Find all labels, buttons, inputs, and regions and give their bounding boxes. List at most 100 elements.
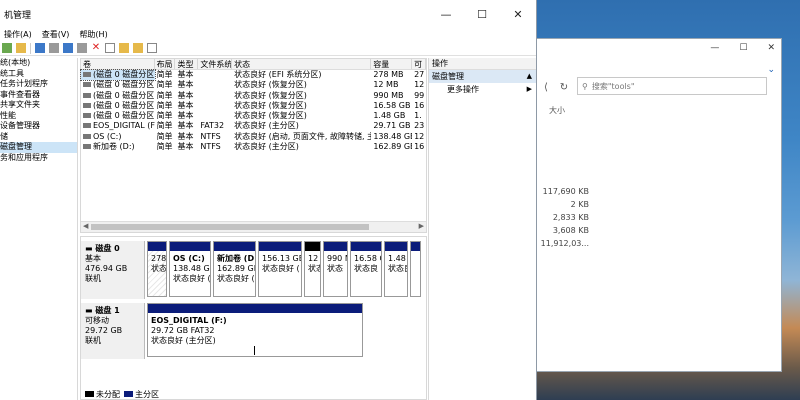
tree-item-shared-folders[interactable]: 共享文件夹 (0, 100, 77, 111)
column-header-size[interactable]: 大小 (549, 105, 565, 116)
column-header-layout[interactable]: 布局 (155, 59, 176, 69)
column-header-filesystem[interactable]: 文件系统 (198, 59, 233, 69)
disk-0-label[interactable]: ▬ 磁盘 0 基本 476.94 GB 联机 (81, 241, 145, 299)
refresh-icon[interactable]: ↻ (555, 82, 573, 93)
list-view-icon[interactable] (49, 43, 59, 53)
partition-efi[interactable]: 278 状态 (147, 241, 167, 297)
partition-status: 状态 (308, 264, 320, 273)
table-row[interactable]: 新加卷 (D:) 简单 基本 NTFS 状态良好 (主分区) 162.89 GB… (81, 142, 426, 152)
volume-icon (83, 92, 91, 98)
window-title: 机管理 (4, 10, 32, 21)
partition-156gb[interactable]: 156.13 GB 状态良好 ( (258, 241, 302, 297)
bg-close-button[interactable]: ✕ (767, 43, 775, 53)
column-header-type[interactable]: 类型 (175, 59, 199, 69)
partition-status: 状态 (327, 264, 343, 273)
partition-size: 1.48 ( (388, 254, 407, 263)
partition-status: 状态良好 ( (173, 274, 211, 283)
volume-filesystem (198, 80, 232, 90)
column-header-volume[interactable]: 卷 (81, 59, 155, 69)
document-icon[interactable] (105, 43, 115, 53)
volume-layout: 简单 (156, 131, 173, 141)
export-icon[interactable] (147, 43, 157, 53)
scrollbar-thumb[interactable] (91, 224, 369, 230)
collapse-up-icon[interactable]: ▲ (527, 70, 532, 83)
tree-item-system-tools[interactable]: 统工具 (0, 69, 77, 80)
table-row[interactable]: (磁盘 0 磁盘分区 5) 简单 基本 状态良好 (恢复分区) 990 MB 9… (81, 91, 426, 101)
volume-status: 状态良好 (恢复分区) (234, 90, 307, 100)
volume-list: 卷 布局 类型 文件系统 状态 容量 可 (磁盘 0 磁盘分区 1) 简单 基本… (80, 58, 427, 233)
more-actions-item[interactable]: 更多操作 ▶ (429, 83, 536, 96)
key-icon[interactable] (77, 43, 87, 53)
table-row[interactable]: (磁盘 0 磁盘分区 6) 简单 基本 状态良好 (恢复分区) 16.58 GB… (81, 101, 426, 111)
tree-item-event-viewer[interactable]: 事件查看器 (0, 90, 77, 101)
menu-view[interactable]: 查看(V) (42, 29, 70, 40)
bg-maximize-button[interactable]: ☐ (739, 43, 747, 53)
tree-item-device-manager[interactable]: 设备管理器 (0, 121, 77, 132)
title-bar[interactable]: 机管理 — ☐ ✕ (0, 0, 536, 28)
column-header-capacity[interactable]: 容量 (371, 59, 413, 69)
bg-minimize-button[interactable]: — (710, 43, 719, 53)
search-folder-icon[interactable] (133, 43, 143, 53)
actions-section-disk-management[interactable]: 磁盘管理 ▲ (429, 70, 536, 83)
column-header-free[interactable]: 可 (412, 59, 426, 69)
properties-icon[interactable] (35, 43, 45, 53)
partition-tail[interactable] (410, 241, 421, 297)
delete-icon[interactable]: ✕ (91, 43, 101, 53)
partition-990mb[interactable]: 990 M状态 (323, 241, 348, 297)
column-header-status[interactable]: 状态 (232, 59, 372, 69)
volume-name: (磁盘 0 磁盘分区 5) (81, 91, 155, 101)
legend: 未分配 主分区 (81, 389, 159, 399)
volume-status: 状态良好 (启动, 页面文件, 故障转储, 主分区) (234, 131, 372, 141)
volume-icon (83, 72, 91, 77)
partition-bar (305, 242, 320, 251)
disk-1-label[interactable]: ▬ 磁盘 1 可移动 29.72 GB 联机 (81, 303, 145, 359)
bg-window-controls: — ☐ ✕ (710, 43, 775, 53)
table-row[interactable]: (磁盘 0 磁盘分区 7) 简单 基本 状态良好 (恢复分区) 1.48 GB … (81, 111, 426, 121)
volume-icon (83, 82, 91, 88)
disk-1-name: ▬ 磁盘 1 (85, 306, 140, 316)
table-row[interactable]: EOS_DIGITAL (F:) 简单 基本 FAT32 状态良好 (主分区) … (81, 121, 426, 131)
volume-name-text: OS (C:) (93, 131, 122, 141)
scroll-left-icon[interactable]: ◀ (83, 222, 88, 230)
scroll-right-icon[interactable]: ▶ (419, 222, 424, 230)
tree-item-disk-management[interactable]: 磁盘管理 (0, 142, 77, 153)
connect-icon[interactable] (2, 43, 12, 53)
back-arrow-icon[interactable]: ⟨ (537, 82, 555, 93)
table-row[interactable]: OS (C:) 简单 基本 NTFS 状态良好 (启动, 页面文件, 故障转储,… (81, 132, 426, 142)
menu-help[interactable]: 帮助(H) (79, 29, 107, 40)
partition-1gb[interactable]: 1.48 (状态良 (384, 241, 408, 297)
folder-icon[interactable] (16, 43, 26, 53)
maximize-button[interactable]: ☐ (464, 8, 500, 21)
menu-action[interactable]: 操作(A) (4, 29, 32, 40)
horizontal-scrollbar[interactable]: ◀ ▶ (81, 221, 426, 232)
partition-12mb[interactable]: 12状态 (304, 241, 321, 297)
search-input[interactable]: ⚲ 搜索"tools" (577, 77, 767, 95)
partition-name: EOS_DIGITAL (F:) (151, 316, 227, 325)
table-row[interactable]: (磁盘 0 磁盘分区 4) 简单 基本 状态良好 (恢复分区) 12 MB 12 (81, 80, 426, 90)
tree-item-task-scheduler[interactable]: 任务计划程序 (0, 79, 77, 90)
volume-name: EOS_DIGITAL (F:) (81, 121, 155, 131)
tree-item-services[interactable]: 务和应用程序 (0, 153, 77, 164)
help-icon[interactable] (63, 43, 73, 53)
minimize-button[interactable]: — (428, 8, 464, 21)
tree-item-computer[interactable]: 统(本地) (0, 58, 77, 69)
tree-item-performance[interactable]: 性能 (0, 111, 77, 122)
close-button[interactable]: ✕ (500, 8, 536, 21)
disk-0-type: 基本 (85, 254, 101, 263)
volume-name-text: (磁盘 0 磁盘分区 7) (93, 111, 155, 121)
open-folder-icon[interactable] (119, 43, 129, 53)
tree-item-storage[interactable]: 储 (0, 132, 77, 143)
volume-filesystem (198, 101, 232, 111)
volume-capacity: 278 MB (373, 70, 404, 79)
partition-size: 29.72 GB FAT32 (151, 326, 215, 335)
chevron-down-icon[interactable]: ⌄ (767, 65, 775, 75)
partition-os-c[interactable]: OS (C:)138.48 GB状态良好 ( (169, 241, 211, 297)
partition-16gb[interactable]: 16.58 G状态良 (350, 241, 382, 297)
volume-filesystem (198, 70, 232, 80)
partition-new-volume-d[interactable]: 新加卷 (D:)162.89 GB状态良好 ( (213, 241, 256, 297)
table-row[interactable]: (磁盘 0 磁盘分区 1) 简单 基本 状态良好 (EFI 系统分区) 278 … (80, 68, 426, 82)
volume-free: 16 (414, 142, 425, 152)
disk-0-partitions: 278状态 OS (C:)138.48 GB状态良好 ( 新加卷 (D:)162… (147, 241, 421, 297)
volume-capacity: 16.58 GB (373, 100, 411, 110)
volume-type: 基本 (177, 131, 194, 141)
